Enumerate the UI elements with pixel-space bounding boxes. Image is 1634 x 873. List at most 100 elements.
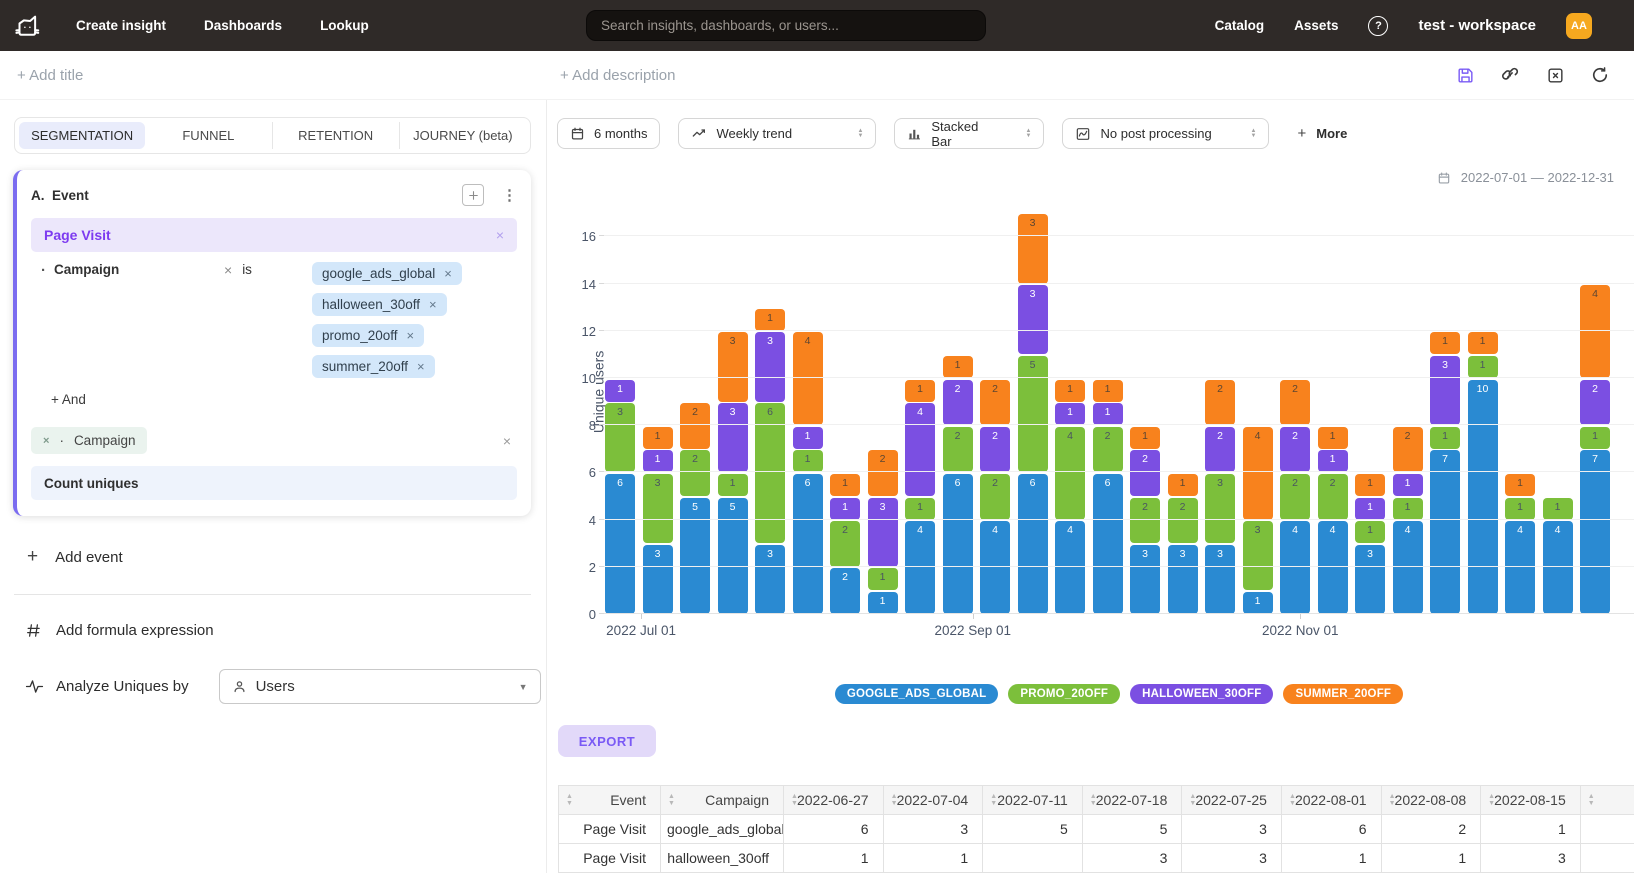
column-header-2022-07-25[interactable]: ▲▼2022-07-25 [1182,786,1282,815]
bar-segment-promo_20off[interactable]: 3 [643,474,673,543]
bar-segment-promo_20off[interactable]: 2 [1130,498,1160,544]
bar-segment-google_ads_global[interactable]: 6 [1093,474,1123,614]
nav-dashboards[interactable]: Dashboards [204,18,282,33]
refresh-icon[interactable] [1590,65,1610,85]
bar-segment-summer_20off[interactable]: 2 [680,403,710,449]
bar-segment-halloween_30off[interactable]: 1 [1393,474,1423,496]
bar-segment-google_ads_global[interactable]: 6 [605,474,635,614]
avatar[interactable]: AA [1566,13,1592,39]
column-header-campaign[interactable]: ▲▼Campaign [661,786,784,815]
add-description-button[interactable]: + Add description [560,67,676,84]
bar-segment-halloween_30off[interactable]: 1 [793,427,823,449]
bar-segment-halloween_30off[interactable]: 4 [905,403,935,496]
time-window-button[interactable]: 6 months [557,118,660,149]
bar-segment-promo_20off[interactable]: 2 [980,474,1010,520]
tab-funnel[interactable]: FUNNEL [145,122,271,149]
bar-segment-google_ads_global[interactable]: 3 [1355,545,1385,614]
bar-segment-halloween_30off[interactable]: 1 [1055,403,1085,425]
bar-segment-summer_20off[interactable]: 2 [1393,427,1423,473]
add-filter-icon[interactable] [462,184,484,206]
bar-segment-promo_20off[interactable]: 1 [1505,498,1535,520]
bar-segment-google_ads_global[interactable]: 6 [943,474,973,614]
chart-type-select[interactable]: Stacked Bar ▲▼ [894,118,1044,149]
tab-segmentation[interactable]: SEGMENTATION [19,122,145,149]
bar-segment-halloween_30off[interactable]: 2 [1130,450,1160,496]
legend-chip-google-ads-global[interactable]: GOOGLE_ADS_GLOBAL [835,684,999,704]
bar-segment-halloween_30off[interactable]: 2 [1205,427,1235,473]
bar-segment-promo_20off[interactable]: 3 [1243,521,1273,590]
remove-chip-icon[interactable]: × [417,359,425,374]
bar-segment-summer_20off[interactable]: 1 [1318,427,1348,449]
sort-icon[interactable]: ▲▼ [1488,793,1495,807]
bar-segment-halloween_30off[interactable]: 1 [605,380,635,402]
bar-segment-summer_20off[interactable]: 2 [1280,380,1310,426]
bar-segment-google_ads_global[interactable]: 2 [830,568,860,614]
bar-segment-summer_20off[interactable]: 4 [793,332,823,425]
tab-retention[interactable]: RETENTION [272,122,399,149]
bar-segment-promo_20off[interactable]: 1 [1355,521,1385,543]
sort-icon[interactable]: ▲▼ [791,793,798,807]
bar-segment-summer_20off[interactable]: 1 [1055,380,1085,402]
bar-segment-promo_20off[interactable]: 1 [718,474,748,496]
column-header-2022-07-11[interactable]: ▲▼2022-07-11 [983,786,1083,815]
bar-segment-summer_20off[interactable]: 1 [830,474,860,496]
bar-segment-promo_20off[interactable]: 2 [1093,427,1123,473]
bar-segment-summer_20off[interactable]: 1 [1355,474,1385,496]
bar-segment-summer_20off[interactable]: 1 [1093,380,1123,402]
breakdown-chip[interactable]: × · Campaign [31,427,147,454]
bar-segment-halloween_30off[interactable]: 2 [943,380,973,426]
bar-segment-summer_20off[interactable]: 1 [905,380,935,402]
bar-segment-promo_20off[interactable]: 5 [1018,356,1048,473]
bar-segment-summer_20off[interactable]: 2 [1205,380,1235,426]
bar-segment-promo_20off[interactable]: 2 [680,450,710,496]
bar-segment-halloween_30off[interactable]: 1 [1318,450,1348,472]
filter-value-chip-promo-20off[interactable]: promo_20off× [312,324,424,347]
filter-value-chip-google-ads-global[interactable]: google_ads_global× [312,262,462,285]
nav-create-insight[interactable]: Create insight [76,18,166,33]
nav-assets[interactable]: Assets [1294,18,1338,33]
bar-segment-summer_20off[interactable]: 1 [755,309,785,331]
date-range[interactable]: 2022-07-01 — 2022-12-31 [547,170,1614,185]
save-icon[interactable] [1455,65,1475,85]
bar-segment-promo_20off[interactable]: 2 [943,427,973,473]
column-header-2022-08-08[interactable]: ▲▼2022-08-08 [1381,786,1481,815]
bar-segment-halloween_30off[interactable]: 1 [643,450,673,472]
close-insight-icon[interactable] [1545,65,1565,85]
bar-segment-promo_20off[interactable]: 1 [1468,356,1498,378]
bar-segment-google_ads_global[interactable]: 4 [1318,521,1348,614]
aggregation-selector[interactable]: Count uniques [31,466,517,500]
bar-segment-promo_20off[interactable]: 1 [1543,498,1573,520]
sort-icon[interactable]: ▲▼ [1189,793,1196,807]
column-header-2022-08-15[interactable]: ▲▼2022-08-15 [1481,786,1581,815]
bar-segment-promo_20off[interactable]: 1 [1393,498,1423,520]
clear-breakdown-icon[interactable]: × [503,433,511,449]
bar-segment-google_ads_global[interactable]: 4 [1393,521,1423,614]
filter-value-chip-summer-20off[interactable]: summer_20off× [312,355,435,378]
bar-segment-promo_20off[interactable]: 4 [1055,427,1085,520]
bar-segment-promo_20off[interactable]: 1 [905,498,935,520]
bar-segment-google_ads_global[interactable]: 4 [1543,521,1573,614]
sort-icon[interactable]: ▲▼ [1289,793,1296,807]
bar-segment-summer_20off[interactable]: 4 [1580,285,1610,378]
nav-lookup[interactable]: Lookup [320,18,369,33]
bar-segment-summer_20off[interactable]: 4 [1243,427,1273,520]
bar-segment-promo_20off[interactable]: 3 [1205,474,1235,543]
bar-segment-promo_20off[interactable]: 2 [1318,474,1348,520]
bar-segment-summer_20off[interactable]: 1 [1505,474,1535,496]
bar-segment-google_ads_global[interactable]: 6 [1018,474,1048,614]
column-header-2022-06-27[interactable]: ▲▼2022-06-27 [784,786,884,815]
bar-segment-halloween_30off[interactable]: 3 [755,332,785,401]
trend-select[interactable]: Weekly trend ▲▼ [678,118,876,149]
add-formula-button[interactable]: Add formula expression [25,622,546,639]
help-icon[interactable]: ? [1368,16,1388,36]
bar-segment-google_ads_global[interactable]: 5 [680,498,710,615]
bar-segment-google_ads_global[interactable]: 7 [1580,450,1610,614]
app-logo-cat-icon[interactable] [12,11,42,41]
bar-segment-promo_20off[interactable]: 2 [1168,498,1198,544]
bar-segment-google_ads_global[interactable]: 10 [1468,380,1498,615]
remove-filter-icon[interactable]: × [224,262,232,378]
bar-segment-google_ads_global[interactable]: 3 [643,545,673,614]
add-title-button[interactable]: + Add title [17,67,83,84]
bar-segment-google_ads_global[interactable]: 3 [1168,545,1198,614]
bar-segment-summer_20off[interactable]: 2 [868,450,898,496]
